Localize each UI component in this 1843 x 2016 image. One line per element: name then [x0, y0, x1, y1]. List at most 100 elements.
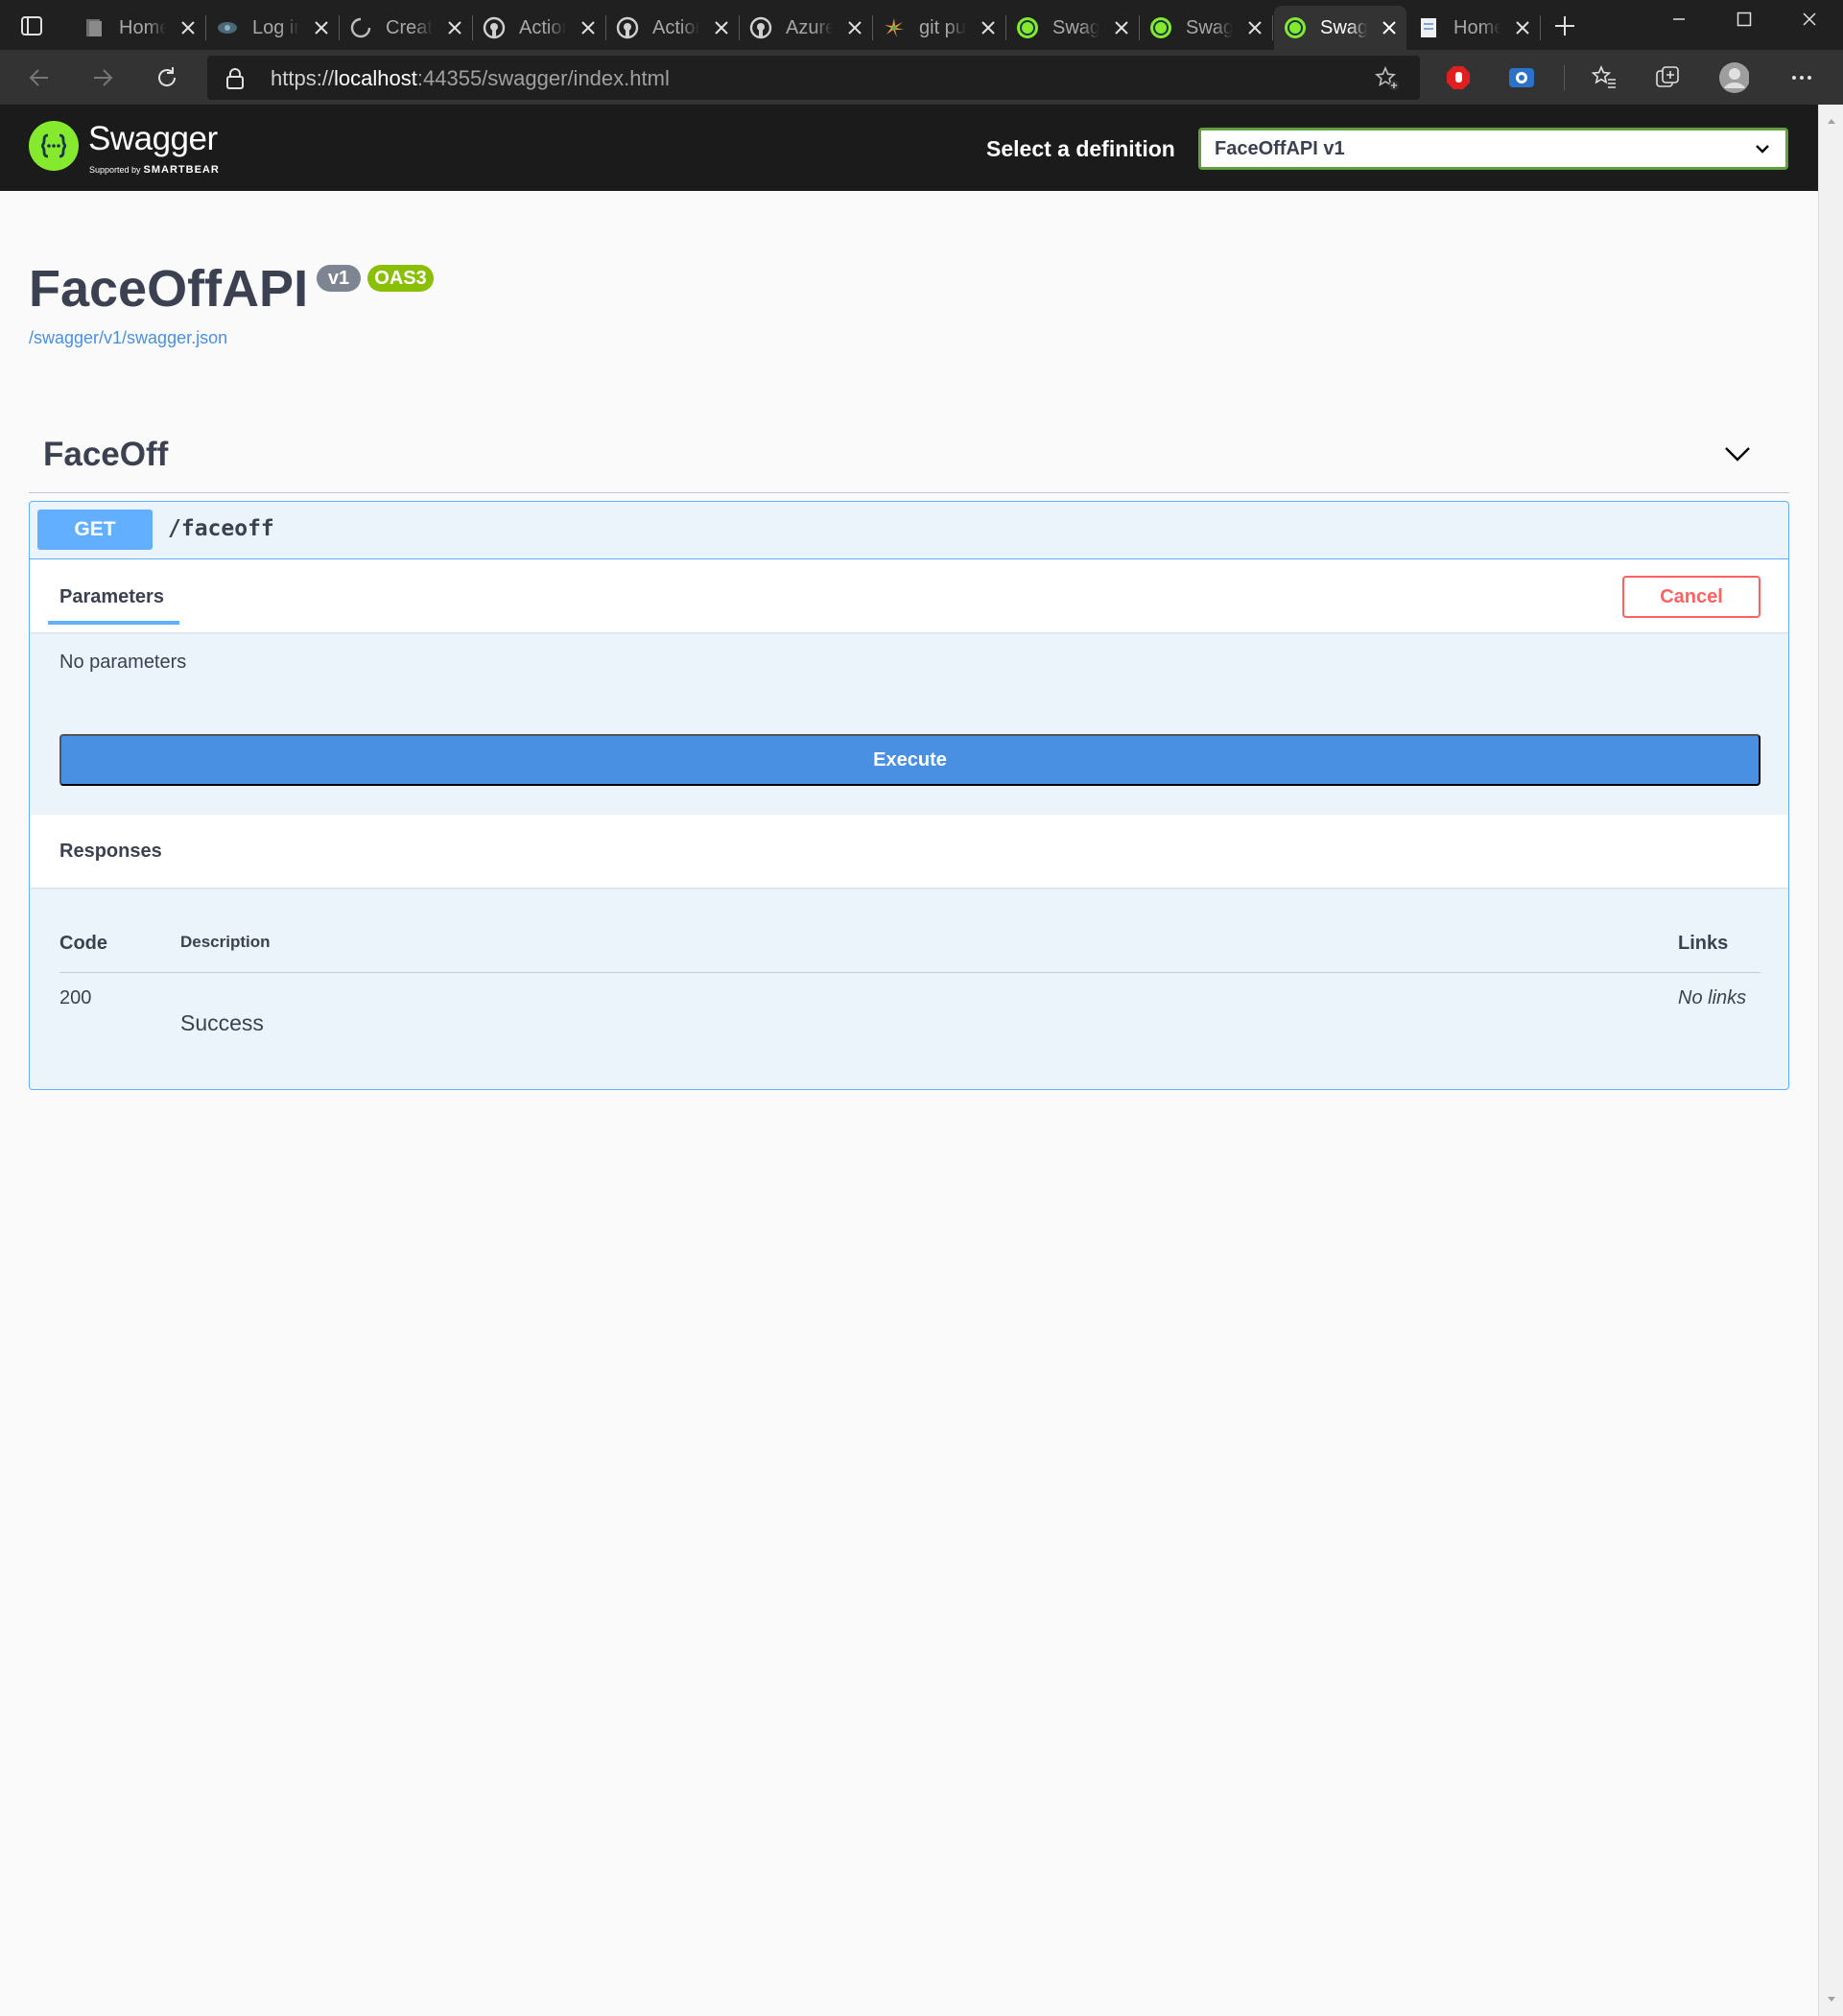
http-method-badge: GET [37, 510, 153, 550]
close-icon[interactable] [1246, 18, 1263, 37]
tag-divider [29, 492, 1789, 493]
tab-title: Swagger [1320, 16, 1368, 38]
tab-title: Actions [652, 16, 699, 38]
swagger-supported-by: Supported by SMARTBEAR [89, 164, 220, 176]
tab-title: Home [1453, 16, 1501, 38]
browser-tab[interactable]: git pull [873, 6, 1006, 50]
browser-tab[interactable]: Azure [740, 6, 873, 50]
window-close-icon[interactable] [1777, 0, 1842, 38]
browser-tab[interactable]: Swagger [1006, 6, 1140, 50]
browser-tab-strip: Home Log in Create Actions Actions Azure… [0, 0, 1843, 50]
close-icon[interactable] [579, 18, 596, 37]
response-description: Success [180, 1010, 264, 1035]
close-icon[interactable] [980, 18, 996, 37]
tab-parameters[interactable]: Parameters [59, 586, 164, 608]
address-url: https://localhost:44355/swagger/index.ht… [271, 66, 670, 90]
browser-tab[interactable]: Actions [473, 6, 606, 50]
tag-title[interactable]: FaceOff [43, 436, 168, 474]
close-icon[interactable] [1113, 18, 1129, 37]
cancel-button[interactable]: Cancel [1622, 576, 1760, 618]
more-menu-icon[interactable] [1786, 62, 1817, 93]
tab-title: Swagger [1052, 16, 1100, 38]
loading-icon [349, 16, 372, 39]
tab-title: Swagger [1186, 16, 1234, 38]
chevron-down-icon [1755, 142, 1770, 159]
responses-header: Responses [30, 815, 1788, 888]
close-icon[interactable] [846, 18, 862, 37]
github-icon [616, 16, 639, 39]
version-badge: v1 [317, 265, 361, 292]
api-title: FaceOffAPI [29, 260, 309, 318]
responses-title: Responses [59, 841, 162, 862]
eye-icon [216, 16, 239, 39]
swagger-json-link[interactable]: /swagger/v1/swagger.json [29, 328, 227, 348]
definition-select-value: FaceOffAPI v1 [1215, 138, 1345, 159]
close-icon[interactable] [313, 18, 329, 37]
page-stack-icon [83, 16, 106, 39]
back-arrow-icon[interactable] [23, 61, 56, 94]
browser-toolbar: https://localhost:44355/swagger/index.ht… [0, 50, 1843, 105]
swagger-icon [1284, 16, 1307, 39]
operation-summary[interactable]: GET /faceoff [30, 502, 1788, 559]
tab-title: Home [119, 16, 167, 38]
column-header-code: Code [59, 933, 107, 954]
profile-avatar-icon[interactable] [1718, 62, 1749, 93]
maximize-icon[interactable] [1712, 0, 1777, 38]
parameters-header: Parameters Cancel [30, 559, 1788, 632]
scroll-down-arrow-icon[interactable] [1827, 1991, 1836, 2008]
browser-tab[interactable]: Actions [606, 6, 740, 50]
tab-title: Log in [252, 16, 300, 38]
swagger-brand: Swagger [88, 120, 218, 157]
collections-icon[interactable] [1652, 62, 1683, 93]
refresh-icon[interactable] [151, 61, 183, 94]
burst-icon [883, 16, 906, 39]
close-icon[interactable] [1381, 18, 1397, 37]
close-icon[interactable] [713, 18, 729, 37]
swagger-icon [1149, 16, 1172, 39]
tab-title: Actions [519, 16, 566, 38]
add-favorite-star-icon[interactable] [1374, 65, 1401, 97]
tab-title: Create [386, 16, 433, 38]
minimize-icon[interactable] [1646, 0, 1712, 38]
swagger-icon [1016, 16, 1039, 39]
close-icon[interactable] [179, 18, 196, 37]
column-header-description: Description [180, 933, 271, 951]
oas-badge: OAS3 [367, 265, 434, 292]
execute-button[interactable]: Execute [59, 734, 1760, 786]
close-icon[interactable] [446, 18, 462, 37]
github-icon [749, 16, 772, 39]
operation-block: GET /faceoff Parameters Cancel No parame… [29, 501, 1789, 1090]
screen-capture-extension-icon[interactable] [1506, 62, 1537, 93]
scroll-up-arrow-icon[interactable] [1827, 112, 1836, 130]
tab-actions-icon[interactable] [17, 12, 46, 40]
lock-icon[interactable] [224, 67, 246, 95]
swagger-logo-icon[interactable] [29, 121, 79, 171]
browser-tab[interactable]: Log in [206, 6, 340, 50]
document-icon [1417, 16, 1440, 39]
close-icon[interactable] [1514, 18, 1530, 37]
new-tab-icon[interactable] [1550, 12, 1579, 40]
response-code: 200 [59, 987, 92, 1008]
browser-tab[interactable]: Create [340, 6, 473, 50]
browser-tab[interactable]: Home [1407, 6, 1541, 50]
responses-divider [59, 972, 1760, 973]
chevron-down-icon[interactable] [1723, 444, 1752, 468]
tab-active-indicator [48, 621, 179, 625]
browser-tab[interactable]: Swagger [1140, 6, 1273, 50]
response-links: No links [1678, 987, 1747, 1008]
page-scrollbar[interactable] [1818, 105, 1843, 2016]
select-definition-label: Select a definition [986, 136, 1175, 161]
address-bar[interactable]: https://localhost:44355/swagger/index.ht… [207, 56, 1420, 100]
tab-title: Azure [786, 16, 834, 38]
browser-tab[interactable]: Home [73, 6, 206, 50]
favorites-icon[interactable] [1589, 62, 1619, 93]
forward-arrow-icon[interactable] [86, 61, 119, 94]
swagger-topbar: Swagger Supported by SMARTBEAR Select a d… [0, 105, 1818, 191]
column-header-links: Links [1678, 933, 1729, 954]
stop-hand-extension-icon[interactable] [1443, 62, 1474, 93]
tab-title: git pull [919, 16, 966, 38]
no-parameters-text: No parameters [59, 652, 187, 673]
definition-select[interactable]: FaceOffAPI v1 [1198, 128, 1788, 170]
browser-tab-active[interactable]: Swagger [1274, 6, 1406, 50]
operation-path: /faceoff [168, 516, 274, 541]
